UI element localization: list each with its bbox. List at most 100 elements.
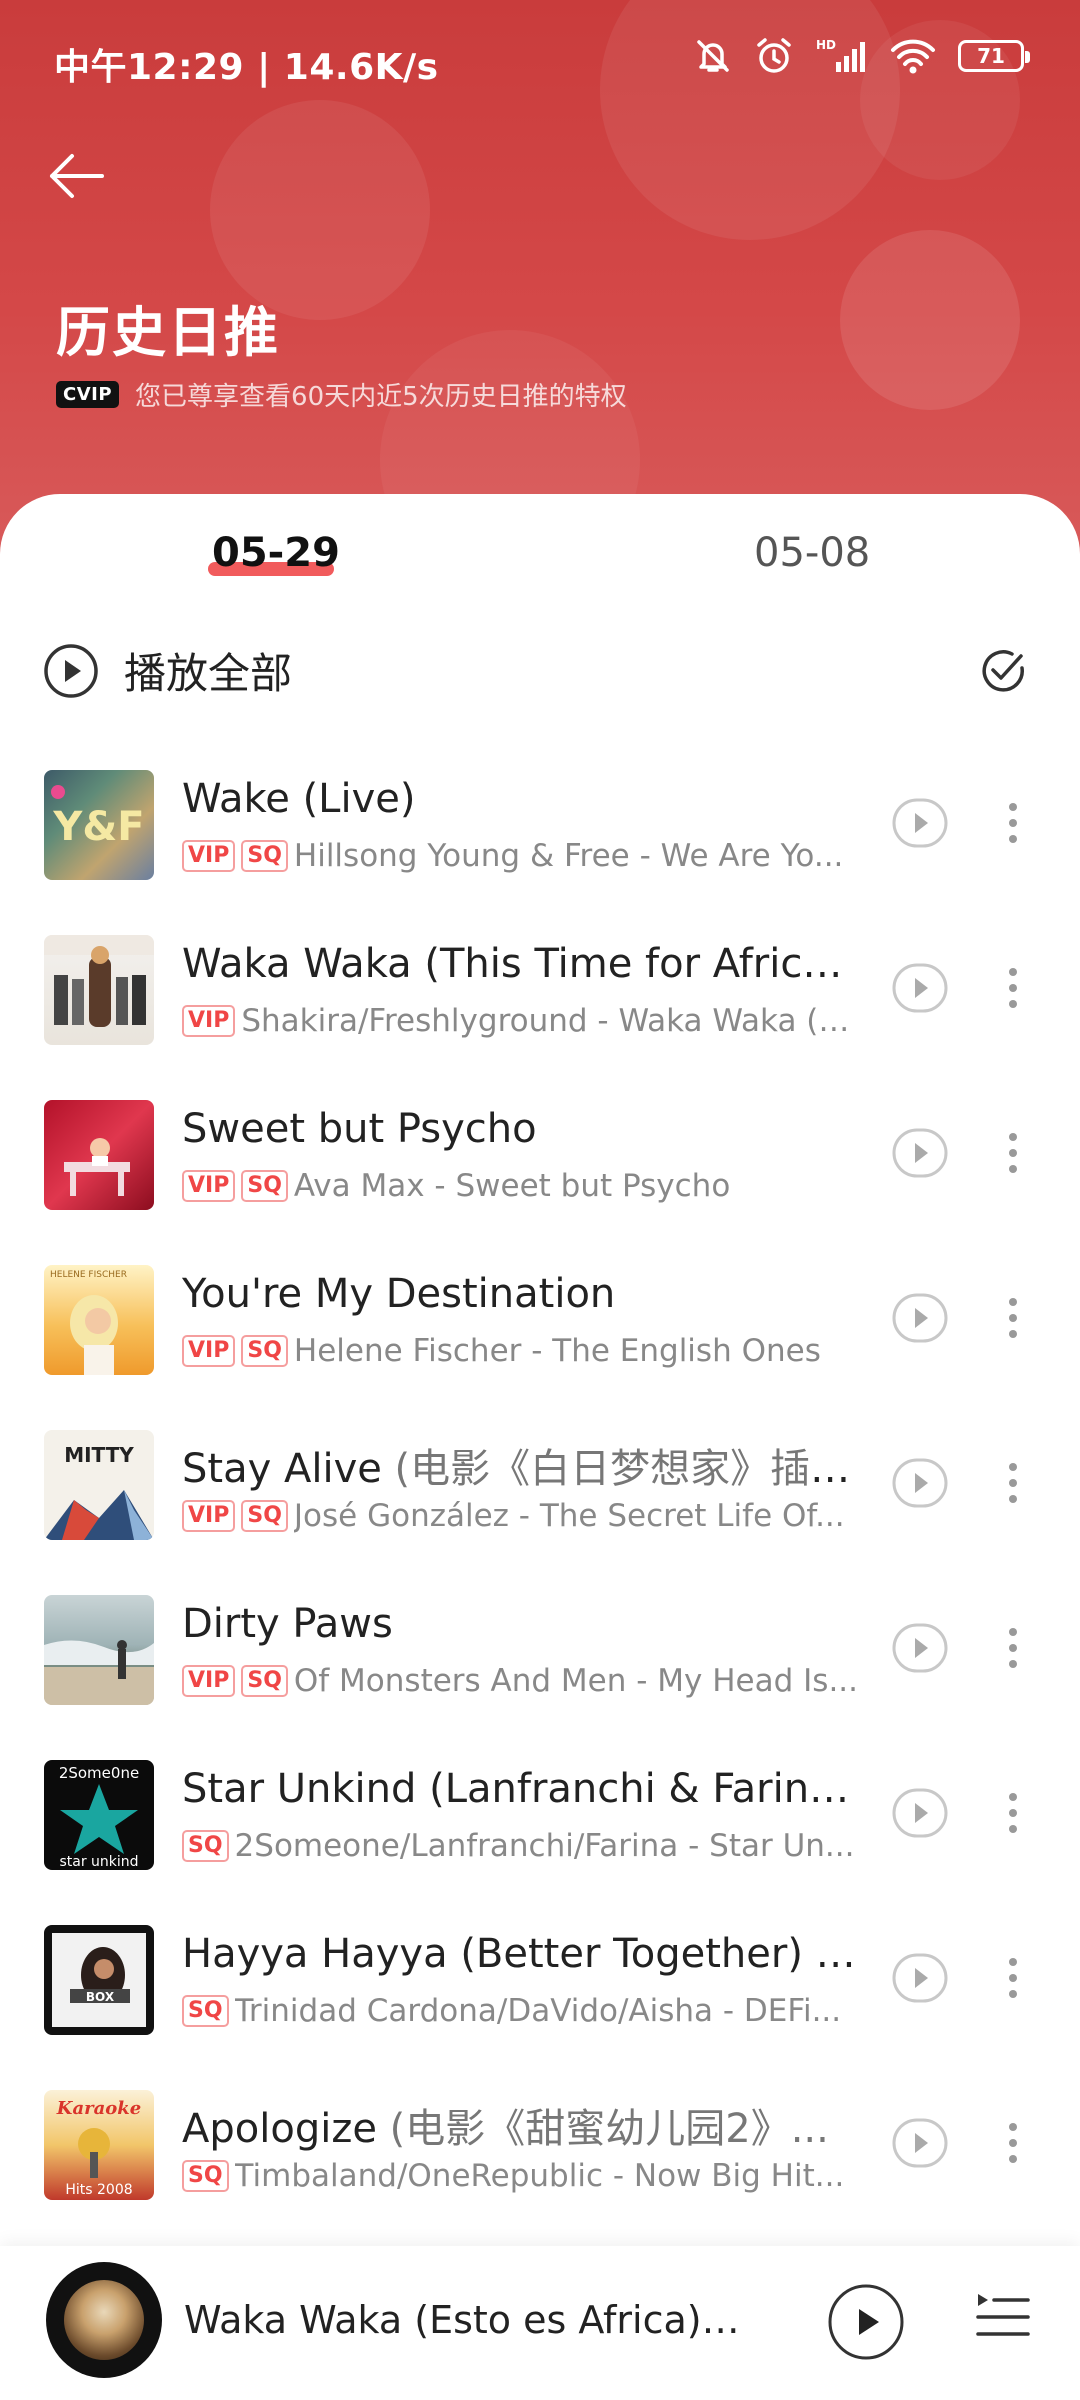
multi-select-button[interactable] xyxy=(978,646,1028,700)
playlist-icon xyxy=(976,2294,1030,2336)
cover-text: Karaoke xyxy=(56,2098,141,2119)
song-more-button[interactable] xyxy=(1000,1460,1026,1510)
now-playing-title[interactable]: Waka Waka (Esto es Africa) (... xyxy=(184,2298,744,2342)
song-title: Dirty Paws xyxy=(182,1601,393,1647)
song-title: Stay Alive (电影《白日梦想家》插曲) xyxy=(182,1446,862,1492)
mini-player-play-button[interactable] xyxy=(826,2282,906,2366)
song-artist-album: Timbaland/OneRepublic - Now Big Hit... xyxy=(234,2158,845,2194)
play-all-label: 播放全部 xyxy=(124,649,293,698)
song-subtitle: SQ Trinidad Cardona/DaVido/Aisha - DEFi.… xyxy=(182,1993,862,2029)
play-circle-icon xyxy=(828,2284,904,2360)
song-more-button[interactable] xyxy=(1000,1955,1026,2005)
tab-date-0508[interactable]: 05-08 xyxy=(754,530,870,576)
vip-tag: VIP xyxy=(182,1665,236,1697)
song-play-button[interactable] xyxy=(892,1458,948,1512)
song-row[interactable]: Dirty Paws VIP SQ Of Monsters And Men - … xyxy=(0,1565,1080,1730)
song-play-button[interactable] xyxy=(892,1788,948,1842)
play-rounded-icon xyxy=(892,798,948,848)
now-playing-disc[interactable] xyxy=(46,2262,162,2378)
status-time-speed: 中午12:29 | 14.6K/s xyxy=(54,47,439,88)
mini-player[interactable]: Waka Waka (Esto es Africa) (... xyxy=(0,2246,1080,2400)
album-cover xyxy=(44,1595,154,1705)
more-vertical-icon xyxy=(1009,2123,1017,2163)
cover-text: Y&F xyxy=(52,804,144,850)
song-play-button[interactable] xyxy=(892,1953,948,2007)
cover-text: HELENE FISCHER xyxy=(50,1270,127,1280)
play-rounded-icon xyxy=(892,1953,948,2003)
song-more-button[interactable] xyxy=(1000,800,1026,850)
mute-bell-icon xyxy=(697,40,729,72)
play-rounded-icon xyxy=(892,1788,948,1838)
sq-tag: SQ xyxy=(241,1665,288,1697)
song-play-button[interactable] xyxy=(892,798,948,852)
song-play-button[interactable] xyxy=(892,963,948,1017)
play-circle-icon xyxy=(44,643,98,698)
more-vertical-icon xyxy=(1009,968,1017,1008)
vip-tag: VIP xyxy=(182,1500,236,1532)
page-title: 历史日推 xyxy=(56,301,280,364)
album-cover: Y&F xyxy=(44,770,154,880)
play-all-button[interactable]: 播放全部 xyxy=(42,640,292,701)
vip-tag: VIP xyxy=(182,1335,236,1367)
vip-tag: VIP xyxy=(182,1170,236,1202)
vip-privilege-line: CVIP 您已尊享查看60天内近5次历史日推的特权 xyxy=(56,376,627,413)
check-circle-icon xyxy=(982,650,1024,692)
play-rounded-icon xyxy=(892,1293,948,1343)
more-vertical-icon xyxy=(1009,803,1017,843)
song-artist-album: Hillsong Young & Free - We Are Yo... xyxy=(293,838,844,874)
song-subtitle: VIP SQ Helene Fischer - The English Ones xyxy=(182,1333,862,1369)
back-button[interactable] xyxy=(44,146,108,206)
song-row[interactable]: Waka Waka (This Time for Africa)... VIP … xyxy=(0,905,1080,1070)
svg-text:HD: HD xyxy=(816,38,836,52)
vip-tag: VIP xyxy=(182,840,236,872)
song-title: Waka Waka (This Time for Africa)... xyxy=(182,941,862,987)
song-title: Wake (Live) xyxy=(182,776,416,822)
song-artist-album: 2Someone/Lanfranchi/Farina - Star Un... xyxy=(234,1828,855,1864)
more-vertical-icon xyxy=(1009,1298,1017,1338)
playlist-button[interactable] xyxy=(974,2288,1032,2350)
song-play-button[interactable] xyxy=(892,1293,948,1347)
song-subtitle: SQ 2Someone/Lanfranchi/Farina - Star Un.… xyxy=(182,1828,862,1864)
status-icons: HD 71 xyxy=(694,36,1030,76)
song-more-button[interactable] xyxy=(1000,1625,1026,1675)
song-title: Sweet but Psycho xyxy=(182,1106,537,1152)
sq-tag: SQ xyxy=(182,2160,229,2192)
song-row[interactable]: HELENE FISCHER You're My Destination VIP… xyxy=(0,1235,1080,1400)
more-vertical-icon xyxy=(1009,1793,1017,1833)
vip-tag: VIP xyxy=(182,1005,236,1037)
song-row[interactable]: Sweet but Psycho VIP SQ Ava Max - Sweet … xyxy=(0,1070,1080,1235)
song-artist-album: Ava Max - Sweet but Psycho xyxy=(293,1168,731,1204)
signal-icon: HD xyxy=(816,38,865,72)
bokeh-decoration xyxy=(840,230,1020,410)
sq-tag: SQ xyxy=(241,1500,288,1532)
song-more-button[interactable] xyxy=(1000,2120,1026,2170)
song-subtitle: VIP SQ Of Monsters And Men - My Head Is.… xyxy=(182,1663,862,1699)
song-row[interactable]: BOX Hayya Hayya (Better Together) (... S… xyxy=(0,1895,1080,2060)
song-play-button[interactable] xyxy=(892,1128,948,1182)
play-rounded-icon xyxy=(892,2118,948,2168)
alarm-icon xyxy=(757,38,791,73)
song-row[interactable]: Y&F Wake (Live) VIP SQ Hillsong Young & … xyxy=(0,740,1080,905)
tab-date-0529[interactable]: 05-29 xyxy=(212,530,340,576)
song-row[interactable]: Karaoke Hits 2008 Apologize (电影《甜蜜幼儿园2》.… xyxy=(0,2060,1080,2225)
song-title: You're My Destination xyxy=(182,1271,616,1317)
album-cover xyxy=(44,935,154,1045)
status-bar: 中午12:29 | 14.6K/s HD 71 xyxy=(0,0,1080,120)
album-cover xyxy=(44,1100,154,1210)
song-row[interactable]: 2Some0ne star unkind Star Unkind (Lanfra… xyxy=(0,1730,1080,1895)
song-more-button[interactable] xyxy=(1000,1295,1026,1345)
song-play-button[interactable] xyxy=(892,1623,948,1677)
song-more-button[interactable] xyxy=(1000,965,1026,1015)
song-title: Star Unkind (Lanfranchi & Farina... xyxy=(182,1766,862,1812)
more-vertical-icon xyxy=(1009,1628,1017,1668)
song-more-button[interactable] xyxy=(1000,1130,1026,1180)
song-row[interactable]: MITTY Stay Alive (电影《白日梦想家》插曲) VIP SQ Jo… xyxy=(0,1400,1080,1565)
more-vertical-icon xyxy=(1009,1463,1017,1503)
more-vertical-icon xyxy=(1009,1133,1017,1173)
album-cover: Karaoke Hits 2008 xyxy=(44,2090,154,2200)
cover-text: Hits 2008 xyxy=(65,2182,132,2198)
wifi-icon xyxy=(891,39,935,74)
play-rounded-icon xyxy=(892,1128,948,1178)
song-more-button[interactable] xyxy=(1000,1790,1026,1840)
song-play-button[interactable] xyxy=(892,2118,948,2172)
